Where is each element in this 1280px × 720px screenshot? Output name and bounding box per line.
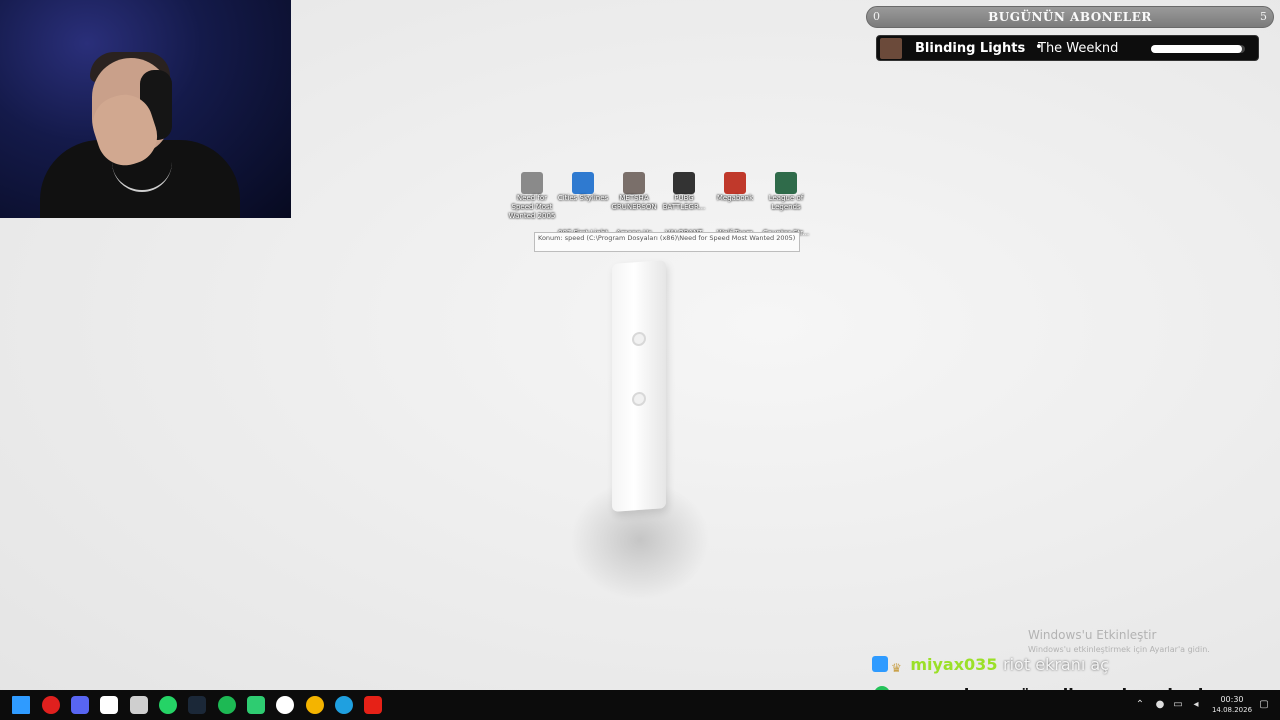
subscriber-max: 5 [1260, 10, 1267, 23]
megabonk-icon [724, 172, 746, 194]
desktop-tooltip: Konum: speed (C:\Program Dosyaları (x86)… [534, 232, 800, 252]
watermark-title: Windows'u Etkinleştir [1028, 628, 1157, 642]
edge-icon[interactable] [335, 696, 353, 714]
desktop-icon-label: Cities Skylines [557, 194, 609, 202]
app-green-icon[interactable] [247, 696, 265, 714]
chat-username: miyax035 [910, 655, 998, 674]
desktop-icon[interactable]: Need for Speed Most Wanted 2005 [506, 172, 558, 221]
cassette-wallpaper [612, 260, 666, 512]
cassette-reel [632, 331, 646, 347]
song-progress-bar [1151, 45, 1245, 53]
taskbar: ⌃ ● ▭ ◂ 00:30 14.08.2026 ▢ [0, 690, 1280, 720]
desktop-icon[interactable]: METSHA GRUNERSON [608, 172, 660, 212]
subscriber-goal-title: BUGÜNÜN ABONELER [988, 10, 1152, 24]
clock-date: 14.08.2026 [1211, 706, 1253, 714]
yandex-icon[interactable] [276, 696, 294, 714]
crown-icon: ♛ [891, 661, 902, 675]
desktop-icon[interactable]: PUBG BATTLEGR... [658, 172, 710, 212]
song-artist: The Weeknd [1038, 41, 1119, 56]
desktop-icon-label: Megabonk [716, 194, 754, 202]
discord-icon[interactable] [71, 696, 89, 714]
chat-message: ♛ miyax035 riot ekranı aç [872, 655, 1109, 677]
game-icon [623, 172, 645, 194]
webcam-overlay [0, 0, 291, 218]
badge-icon [872, 656, 888, 672]
desktop-icon[interactable]: Megabonk [709, 172, 761, 203]
file-explorer-icon[interactable] [100, 696, 118, 714]
desktop-icon-label: League of Legends [768, 194, 804, 211]
pubg-icon [673, 172, 695, 194]
steam-icon[interactable] [188, 696, 206, 714]
lol-icon [775, 172, 797, 194]
song-progress-fill [1151, 45, 1243, 53]
cassette-reel [632, 391, 646, 407]
notification-icon[interactable]: ▢ [1258, 699, 1270, 711]
desktop-icon-label: Need for Speed Most Wanted 2005 [508, 194, 556, 220]
network-icon[interactable]: ▭ [1172, 699, 1184, 711]
watermark-subtitle: Windows'u etkinleştirmek için Ayarlar'a … [1028, 645, 1210, 654]
nfs-icon [521, 172, 543, 194]
desktop-icon-label: METSHA GRUNERSON [611, 194, 657, 211]
desktop-icon[interactable]: Cities Skylines [557, 172, 609, 203]
now-playing-widget: Blinding Lights • The Weeknd [876, 35, 1259, 61]
volume-icon[interactable]: ◂ [1190, 699, 1202, 711]
mic-icon[interactable]: ● [1154, 699, 1166, 711]
taskbar-clock[interactable]: 00:30 14.08.2026 [1210, 695, 1254, 715]
subscriber-goal-bar: 0 BUGÜNÜN ABONELER 5 [866, 6, 1274, 28]
chrome-icon[interactable] [306, 696, 324, 714]
chat-text: riot ekranı aç [1003, 655, 1109, 674]
album-cover-icon [880, 38, 902, 59]
windows-activation-watermark: Windows'u Etkinleştir Windows'u etkinleş… [1028, 628, 1210, 654]
cities-skylines-icon [572, 172, 594, 194]
opera-icon[interactable] [42, 696, 60, 714]
desktop-icon[interactable]: League of Legends [760, 172, 812, 212]
windows-start-icon[interactable] [12, 696, 30, 714]
clock-time: 00:30 [1220, 695, 1244, 704]
song-title: Blinding Lights [915, 41, 1026, 56]
chevron-up-icon[interactable]: ⌃ [1134, 699, 1146, 711]
desktop-icon-label: PUBG BATTLEGR... [662, 194, 706, 211]
youtube-icon[interactable] [364, 696, 382, 714]
whatsapp-icon[interactable] [159, 696, 177, 714]
settings-icon[interactable] [130, 696, 148, 714]
spotify-icon[interactable] [218, 696, 236, 714]
